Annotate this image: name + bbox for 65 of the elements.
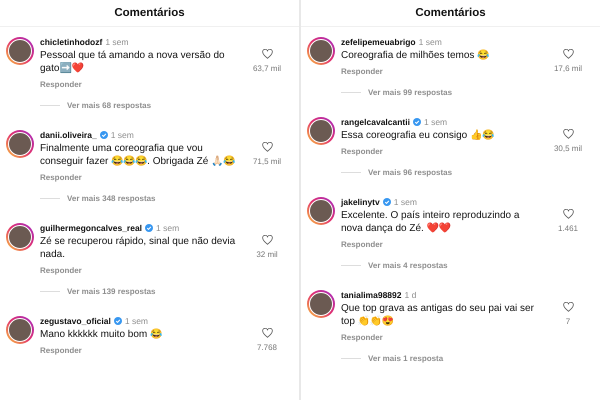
comment-text: Excelente. O país inteiro reproduzindo a nova dança do Zé. ❤❤	[341, 209, 520, 235]
comment-time: 1 sem	[105, 37, 128, 47]
like-count: 7.768	[256, 343, 278, 352]
heart-icon[interactable]	[562, 302, 574, 312]
reply-link[interactable]: Responder	[40, 173, 82, 182]
comment-time: 1 sem	[394, 197, 417, 207]
username[interactable]: rangelcavalcantii	[341, 117, 410, 127]
comment-time: 1 d	[404, 290, 416, 300]
username[interactable]: guilhermegoncalves_real	[40, 223, 142, 233]
view-replies-link[interactable]: Ver mais 139 respostas	[67, 287, 156, 296]
comment-text: Coreografia de milhões temos 😂	[341, 49, 490, 62]
like-count: 30,5 mil	[554, 144, 582, 153]
view-replies-link[interactable]: Ver mais 99 respostas	[368, 88, 452, 97]
reply-link[interactable]: Responder	[341, 333, 383, 342]
comment-text: Zé se recuperou rápido, sinal que não devia nada.	[40, 235, 236, 261]
view-replies-link[interactable]: Ver mais 348 respostas	[67, 194, 156, 203]
comment-time: 1 sem	[156, 223, 180, 233]
avatar[interactable]	[307, 117, 335, 145]
username[interactable]: zegustavo_oficial	[40, 316, 111, 326]
view-replies-link[interactable]: Ver mais 1 resposta	[368, 354, 444, 363]
comment-text: Finalmente uma coreografia que vou conseguir fazer 😂😂😂. Obrigada Zé 🙏🏻😂	[40, 142, 236, 168]
avatar[interactable]	[307, 290, 335, 318]
like-count: 63,7 mil	[252, 64, 281, 73]
reply-link[interactable]: Responder	[40, 80, 82, 89]
reply-link[interactable]: Responder	[341, 147, 383, 156]
heart-icon[interactable]	[262, 142, 272, 152]
comment-time: 1 sem	[110, 130, 134, 140]
view-replies-link[interactable]: Ver mais 96 respostas	[368, 168, 452, 177]
like-count: 1.461	[558, 224, 578, 233]
username[interactable]: tanialima98892	[341, 290, 402, 300]
comment-text: Mano kkkkkk muito bom 😂	[40, 328, 164, 341]
username[interactable]: zefelipemeuabrigo	[341, 37, 416, 47]
comment-text: Pessoal que tá amando a nova versão do gato➡❤	[40, 49, 226, 75]
avatar[interactable]	[307, 37, 335, 65]
comments-title: Comentários	[415, 7, 486, 19]
avatar[interactable]	[307, 197, 335, 225]
view-replies-link[interactable]: Ver mais 4 respostas	[368, 261, 448, 270]
like-count: 7	[566, 317, 570, 326]
username[interactable]: danii.oliveira_	[40, 130, 97, 140]
comment-time: 1 sem	[124, 316, 148, 326]
heart-icon[interactable]	[562, 49, 574, 59]
heart-icon[interactable]	[262, 328, 272, 338]
avatar[interactable]	[6, 223, 34, 251]
like-count: 32 mil	[256, 250, 278, 259]
reply-link[interactable]: Responder	[341, 240, 383, 249]
avatar[interactable]	[6, 130, 34, 158]
username[interactable]: chicletinhodozf	[40, 37, 102, 47]
comment-text: Essa coreografia eu consigo 👍😂	[341, 129, 495, 142]
comments-title: Comentários	[114, 7, 185, 19]
reply-link[interactable]: Responder	[341, 67, 383, 76]
comment-text: Que top grava as antigas do seu pai vai ser top 👏👏😍	[341, 302, 535, 328]
heart-icon[interactable]	[562, 209, 574, 219]
comment-time: 1 sem	[424, 117, 448, 127]
reply-link[interactable]: Responder	[40, 266, 82, 275]
reply-link[interactable]: Responder	[40, 346, 82, 355]
username[interactable]: jakelinytv	[341, 197, 380, 207]
view-replies-link[interactable]: Ver mais 68 respostas	[67, 101, 152, 110]
like-count: 71,5 mil	[252, 157, 281, 166]
like-count: 17,6 mil	[554, 64, 582, 73]
heart-icon[interactable]	[262, 49, 272, 59]
heart-icon[interactable]	[262, 235, 272, 245]
avatar[interactable]	[6, 316, 34, 344]
comment-time: 1 sem	[418, 37, 442, 47]
heart-icon[interactable]	[562, 129, 574, 139]
avatar[interactable]	[6, 37, 34, 65]
